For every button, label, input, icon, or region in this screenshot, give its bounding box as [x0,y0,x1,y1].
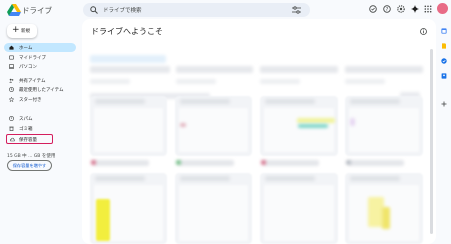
file-type-badge [261,160,266,165]
sidebar-item-storage[interactable]: 保存容量 [6,134,53,144]
suggestion-row[interactable] [260,66,338,73]
cloud-icon [10,137,15,141]
calendar-icon[interactable] [441,28,447,34]
gemini-spark-icon[interactable] [411,5,419,13]
svg-text:?: ? [386,7,389,13]
thumbnail-color-band [96,199,110,241]
home-icon [9,45,14,50]
file-thumbnail [179,185,248,241]
thumbnail-color-band [298,124,328,128]
sidebar-item-label: 保存容量 [19,137,37,143]
sidebar-item-shared[interactable]: 共有アイテム [4,76,76,85]
file-meta-blur [94,160,149,166]
thumbnail-color-band [180,123,186,127]
sidebar-item-trash[interactable]: ゴミ箱 [4,124,76,133]
sidebar-item-label: マイドライブ [19,56,46,61]
sidebar-item-recent[interactable]: 最近使用したアイテム [4,85,76,94]
offline-status-icon[interactable] [369,5,377,13]
new-button-label: 新規 [21,29,30,34]
spam-icon [9,116,14,121]
contacts-icon[interactable] [441,73,447,79]
suggestion-row[interactable] [90,66,170,73]
add-addon-icon[interactable] [441,101,447,107]
file-meta-blur [179,160,234,166]
plus-icon: + [12,25,20,35]
search-icon[interactable] [90,6,98,14]
sidebar-item-spam[interactable]: スパム [4,114,76,123]
new-button[interactable]: + 新規 [7,24,37,38]
file-thumbnail [179,108,248,152]
computer-icon [9,64,14,69]
file-title-blur [350,176,400,181]
file-type-badge [346,160,351,165]
file-thumbnail [349,108,419,152]
file-title-blur [95,176,145,181]
avatar[interactable] [437,3,448,14]
help-icon[interactable]: ? [383,5,391,13]
suggestion-row[interactable] [176,66,253,73]
storage-usage-text: 15 GB 中 ... GB を使用 [7,154,56,159]
suggestion-row [176,79,216,84]
search-input[interactable]: ドライブで検索 [103,6,142,14]
settings-icon[interactable] [397,5,405,13]
suggestion-row [260,79,300,84]
sidebar-item-home[interactable]: ホーム [4,43,76,52]
file-title-blur [265,99,315,104]
page-title: ドライブへようこそ [91,27,163,36]
keep-icon[interactable] [441,43,447,49]
file-title-blur [95,99,145,104]
suggestion-row [90,79,130,84]
app-title[interactable]: ドライブ [22,5,52,16]
sidebar-item-label: スパム [19,117,33,122]
sidebar-item-label: パソコン [19,65,37,70]
file-title-blur [180,176,230,181]
thumbnail-color-band [350,118,355,126]
sidebar-item-label: ホーム [19,46,33,51]
thumbnail-color-band [297,118,335,123]
drive-logo-icon[interactable] [7,4,21,16]
my-drive-icon [9,55,14,60]
file-thumbnail [94,108,163,152]
file-title-blur [350,99,400,104]
sidebar-item-label: ゴミ箱 [19,127,33,132]
main-content: ドライブへようこそ [82,19,436,244]
thumbnail-color-band [382,207,390,229]
scrollbar[interactable] [430,49,433,234]
star-icon [9,97,14,102]
info-icon[interactable] [420,28,427,35]
apps-grid-icon[interactable] [424,5,432,13]
suggestion-row[interactable] [345,66,423,73]
get-more-storage-button[interactable]: 保存容量を増やす [7,160,52,171]
sidebar-item-starred[interactable]: スター付き [4,95,76,104]
sidebar-item-label: 最近使用したアイテム [19,88,64,93]
sidebar-item-label: スター付き [19,98,42,103]
recent-icon [9,87,14,92]
file-thumbnail [264,108,334,152]
sidebar-item-computers[interactable]: パソコン [4,62,76,71]
trash-icon [9,126,14,131]
file-meta-blur [349,160,404,166]
shared-icon [9,78,14,83]
suggestion-row [345,79,385,84]
file-title-blur [180,99,230,104]
search-bar[interactable]: ドライブで検索 [83,3,310,17]
search-filter-icon[interactable] [292,6,301,14]
sidebar-item-my-drive[interactable]: マイドライブ [4,53,76,62]
file-meta-blur [264,160,319,166]
file-thumbnail [264,185,334,241]
suggestion-chip[interactable] [90,55,166,63]
file-type-badge [176,160,181,165]
file-type-badge [91,160,96,165]
sidebar-item-label: 共有アイテム [19,79,46,84]
file-title-blur [265,176,315,181]
tasks-icon[interactable] [441,58,447,64]
